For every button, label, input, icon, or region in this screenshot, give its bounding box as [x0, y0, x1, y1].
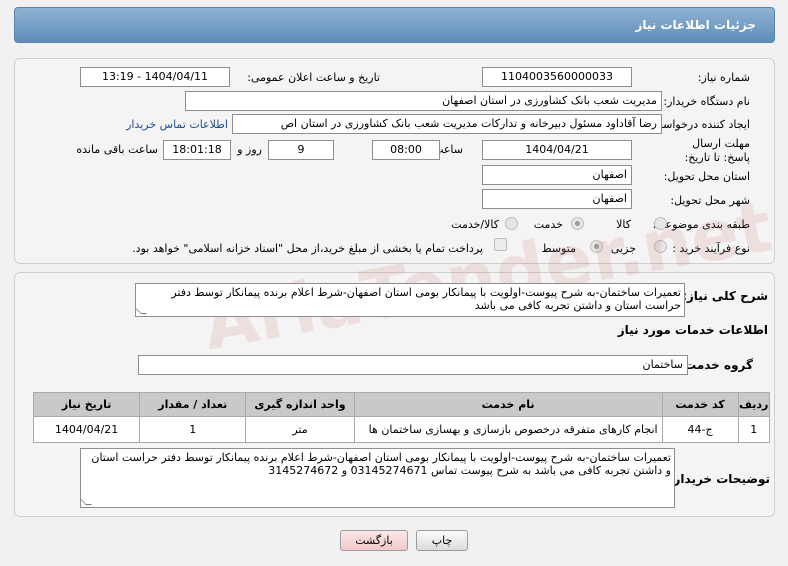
requester-label: ایجاد کننده درخواست:: [648, 118, 750, 131]
col-name: نام خدمت: [353, 392, 663, 417]
cell-row: 1: [737, 416, 771, 443]
announce-field: 1404/04/11 - 13:19: [80, 67, 230, 87]
resize-handle[interactable]: [81, 499, 92, 505]
col-unit: واحد اندازه گیری: [245, 392, 355, 417]
cell-qty: 1: [139, 416, 247, 443]
deadline-label: مهلت ارسال پاسخ: تا تاریخ:: [684, 137, 750, 164]
days-field: 9: [268, 140, 334, 160]
back-button[interactable]: بازگشت: [340, 530, 408, 551]
print-button[interactable]: چاپ: [416, 530, 468, 551]
table-header-row: ردیف کد خدمت نام خدمت واحد اندازه گیری ت…: [32, 392, 771, 417]
cell-unit: متر: [245, 416, 355, 443]
col-row: ردیف: [737, 392, 771, 417]
need-number-field: 1104003560000033: [482, 67, 632, 87]
table-row: 1 ج-44 انجام کارهای متفرقه درخصوص بازساز…: [32, 416, 771, 443]
buyer-org-field: مدیریت شعب بانک کشاورزی در استان اصفهان: [185, 91, 662, 111]
cell-code: ج-44: [661, 416, 739, 443]
need-number-label: شماره نیاز:: [697, 71, 750, 84]
col-qty: تعداد / مقدار: [139, 392, 247, 417]
category-radio-goods-service[interactable]: [505, 217, 518, 230]
description-textarea[interactable]: تعمیرات ساختمان-به شرح پیوست-اولویت با پ…: [135, 283, 685, 317]
services-table: ردیف کد خدمت نام خدمت واحد اندازه گیری ت…: [32, 392, 771, 443]
cell-name: انجام کارهای متفرقه درخصوص بازسازی و بهس…: [353, 416, 663, 443]
page-title: جزئیات اطلاعات نیاز: [635, 18, 756, 32]
cell-date: 1404/04/21: [32, 416, 141, 443]
deadline-date-field: 1404/04/21: [482, 140, 632, 160]
buyer-org-label: نام دستگاه خریدار:: [663, 95, 750, 108]
buyer-notes-textarea[interactable]: تعمیرات ساختمان-به شرح پیوست-اولویت با پ…: [80, 448, 675, 508]
description-text: تعمیرات ساختمان-به شرح پیوست-اولویت با پ…: [171, 286, 681, 312]
service-group-label: گروه خدمت:: [679, 358, 753, 372]
province-field: اصفهان: [482, 165, 632, 185]
description-label: شرح کلی نیاز:: [682, 289, 768, 303]
resize-handle[interactable]: [136, 308, 147, 314]
header-bar: جزئیات اطلاعات نیاز: [14, 7, 775, 43]
col-date: تاریخ نیاز: [32, 392, 141, 417]
days-label: روز و: [237, 143, 262, 156]
category-label-goods-service: کالا/خدمت: [451, 218, 499, 231]
announce-label: تاریخ و ساعت اعلان عمومی:: [247, 71, 380, 84]
remaining-time-field: 18:01:18: [163, 140, 231, 160]
col-code: کد خدمت: [661, 392, 739, 417]
requester-field: رضا آقاداود مسئول دبیرخانه و تدارکات مدی…: [232, 114, 662, 134]
province-label: استان محل تحویل:: [663, 170, 750, 183]
remaining-label: ساعت باقی مانده: [76, 143, 158, 156]
deadline-time-field: 08:00: [372, 140, 440, 160]
service-group-field: ساختمان: [138, 355, 688, 375]
services-section-title: اطلاعات خدمات مورد نیاز: [617, 323, 768, 337]
contact-info-link[interactable]: اطلاعات تماس خریدار: [126, 118, 228, 131]
buyer-notes-label: توضیحات خریدار:: [668, 472, 770, 486]
city-field: اصفهان: [482, 189, 632, 209]
buyer-notes-text: تعمیرات ساختمان-به شرح پیوست-اولویت با پ…: [91, 451, 671, 477]
